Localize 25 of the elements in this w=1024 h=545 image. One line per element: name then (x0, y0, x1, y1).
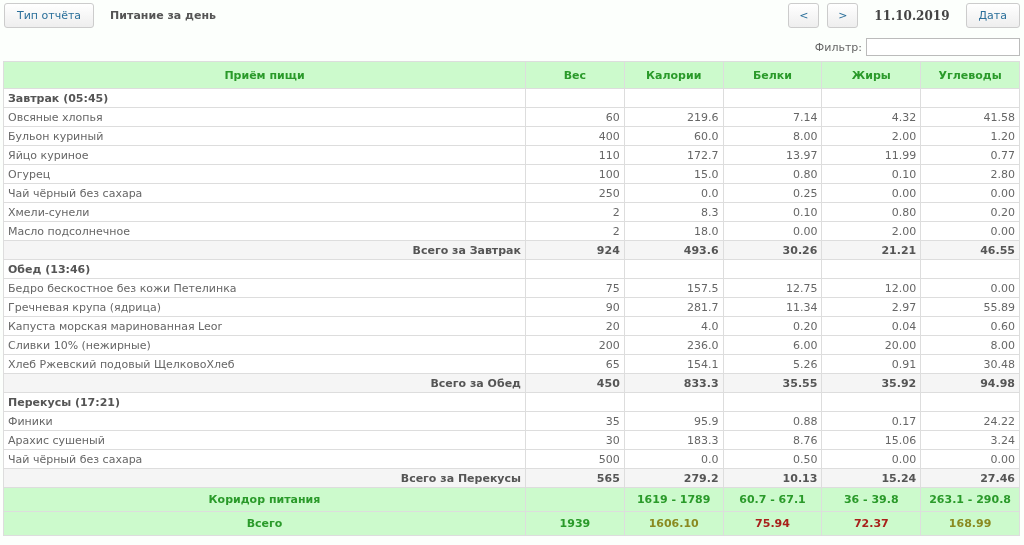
column-header: Калории (624, 61, 724, 89)
corridor-cell: 263.1 - 290.8 (920, 487, 1020, 512)
corridor-cell: 1619 - 1789 (624, 487, 724, 512)
column-header: Углеводы (920, 61, 1020, 89)
total-cell: 75.94 (723, 511, 822, 536)
date-button[interactable]: Дата (965, 3, 1020, 28)
total-cell: 1939 (525, 511, 625, 536)
corridor-cell: 36 - 39.8 (821, 487, 921, 512)
filter-field[interactable] (866, 38, 1020, 56)
total-cell: 72.37 (821, 511, 921, 536)
corridor-label: Коридор питания (3, 487, 526, 512)
report-type-button[interactable]: Тип отчёта (4, 3, 95, 28)
filter-label: Фильтр: (814, 40, 862, 54)
column-header: Белки (723, 61, 822, 89)
column-header: Жиры (821, 61, 921, 89)
report-title: Питание за день (110, 9, 216, 22)
total-cell: Всего (3, 511, 526, 536)
date-label: 11.10.2019 (874, 8, 950, 23)
total-cell: 1606.10 (624, 511, 724, 536)
column-header: Вес (525, 61, 625, 89)
next-button[interactable]: > (827, 3, 859, 28)
corridor-cell: 60.7 - 67.1 (723, 487, 822, 512)
total-cell: 168.99 (920, 511, 1020, 536)
previous-button[interactable]: < (788, 3, 820, 28)
column-header: Приём пищи (3, 61, 526, 89)
